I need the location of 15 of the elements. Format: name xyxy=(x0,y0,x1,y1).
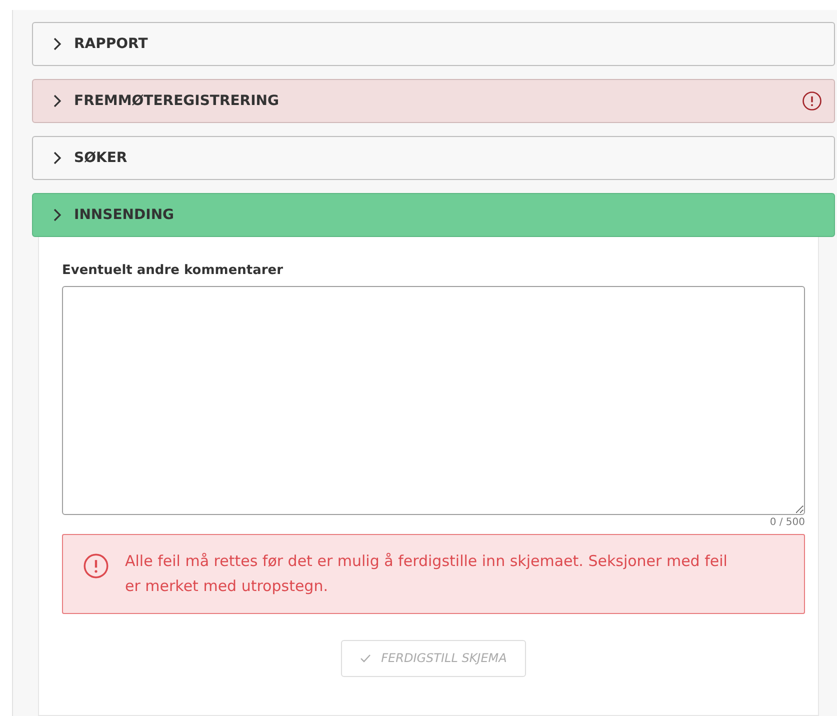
exclamation-circle-icon xyxy=(802,91,822,111)
section-header[interactable]: SØKER xyxy=(32,136,835,180)
exclamation-circle-icon xyxy=(83,553,109,579)
error-message: Alle feil må rettes før det er mulig å ferdigstille inn skjemaet. Seksjoner med feil er merket med utropstegn. xyxy=(125,551,728,597)
character-counter: 0 / 500 xyxy=(770,517,805,528)
field-label: Eventuelt andre kommentarer xyxy=(62,263,284,278)
section-header[interactable]: RAPPORT xyxy=(32,22,835,66)
check-icon xyxy=(360,654,372,662)
section-header[interactable]: INNSENDING xyxy=(32,193,835,237)
chevron-right-icon xyxy=(53,37,62,51)
chevron-right-icon xyxy=(53,208,62,222)
chevron-right-icon xyxy=(53,151,62,165)
comment-field[interactable] xyxy=(62,286,805,515)
section-header[interactable]: FREMMØTEREGISTRERING xyxy=(32,79,835,123)
chevron-right-icon xyxy=(53,94,62,108)
